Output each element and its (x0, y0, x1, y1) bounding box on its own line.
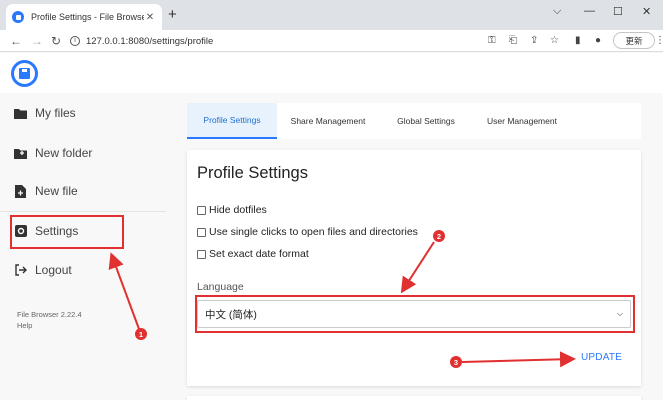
annotation-marker-1: 1 (135, 328, 147, 340)
arrow-2 (400, 241, 435, 294)
annotation-marker-3: 3 (450, 356, 462, 368)
arrow-1 (108, 252, 140, 330)
annotation-marker-2: 2 (433, 230, 445, 242)
arrow-3 (461, 351, 576, 368)
annotation-arrows (108, 241, 576, 368)
